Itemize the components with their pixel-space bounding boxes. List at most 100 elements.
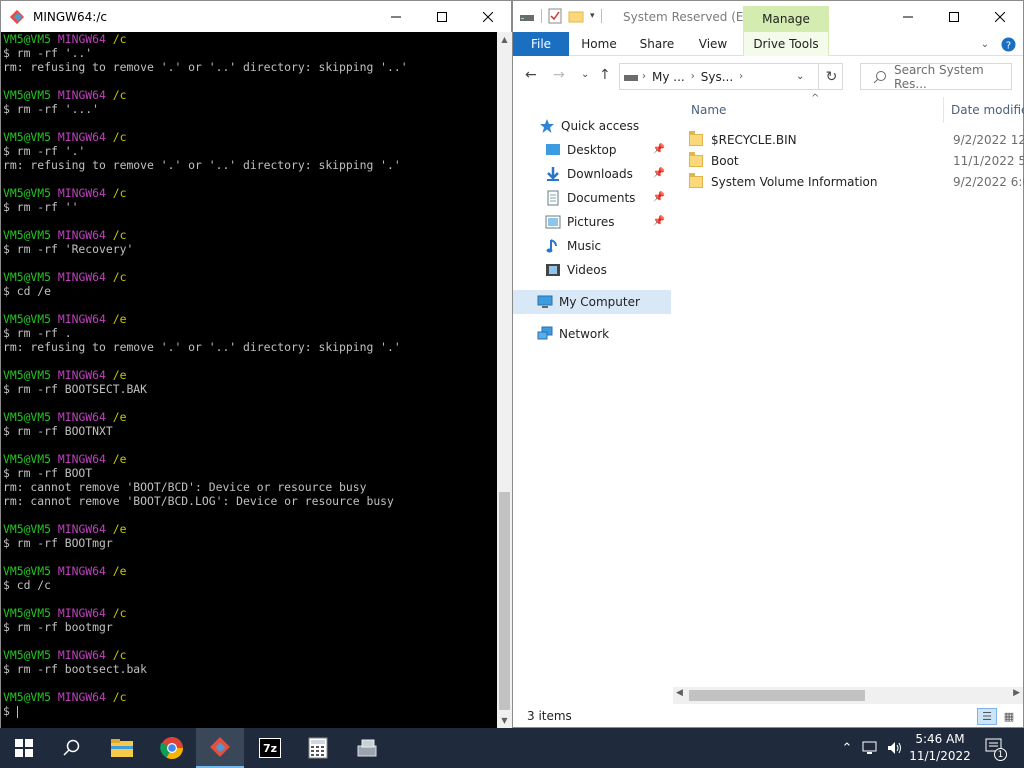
explorer-window: ▾ System Reserved (E:) Manage File Home … [512, 0, 1024, 728]
git-bash-icon [210, 737, 230, 757]
terminal-output[interactable]: VM5@VM5 MINGW64 /c $ rm -rf '..' rm: refus… [1, 32, 497, 728]
file-row[interactable]: $RECYCLE.BIN 9/2/2022 12:34 [689, 129, 1024, 150]
git-bash-icon [9, 9, 25, 25]
search-icon [873, 70, 886, 83]
nav-desktop[interactable]: Desktop 📌 [513, 138, 671, 162]
refresh-button[interactable]: ↻ [818, 63, 844, 90]
pin-icon: 📌 [652, 192, 665, 203]
search-input[interactable]: Search System Res... [860, 63, 1012, 91]
file-name: $RECYCLE.BIN [711, 132, 797, 147]
terminal-prompt-line: VM5@VM5 MINGW64 /c [3, 648, 127, 662]
help-icon[interactable]: ? [997, 32, 1019, 56]
terminal-output-line: $ rm -rf . [3, 326, 72, 340]
star-icon [540, 119, 554, 133]
scroll-right-icon[interactable]: ▶ [1013, 688, 1020, 698]
chrome-taskbar-button[interactable] [148, 728, 196, 768]
file-list: ^ Name Date modified $RECYCLE.BIN 9/2/202… [679, 93, 1024, 687]
chevron-down-icon[interactable]: ▾ [590, 11, 595, 21]
up-arrow-icon[interactable]: ↑ [599, 67, 611, 83]
breadcrumb-my-computer[interactable]: My ... [652, 70, 685, 84]
action-center-button[interactable]: 1 [980, 728, 1010, 768]
minimize-icon [903, 16, 913, 17]
file-row[interactable]: System Volume Information 9/2/2022 6:06 [689, 171, 1024, 192]
terminal-output-line: $ rm -rf '...' [3, 102, 100, 116]
back-arrow-icon[interactable]: ← [525, 67, 537, 83]
terminal-titlebar[interactable]: MINGW64:/c [1, 1, 511, 32]
tab-file[interactable]: File [513, 32, 569, 56]
search-icon [63, 739, 80, 756]
breadcrumb-chevron-icon[interactable]: › [691, 71, 695, 82]
terminal-output-line: $ rm -rf BOOT [3, 466, 93, 480]
nav-documents[interactable]: Documents 📌 [513, 186, 671, 210]
breadcrumb-chevron-icon[interactable]: › [739, 71, 743, 82]
7zip-taskbar-button[interactable]: 7z [246, 728, 294, 768]
minimize-button[interactable] [885, 1, 931, 32]
terminal-output-line: rm: cannot remove 'BOOT/BCD.LOG': Device… [3, 494, 394, 508]
column-header-date[interactable]: Date modified [951, 103, 1024, 117]
quick-access-toolbar: ▾ [519, 8, 602, 24]
scroll-down-icon[interactable]: ▼ [497, 713, 512, 728]
nav-label: Downloads [567, 167, 633, 181]
terminal-output-line: $ rm -rf '' [3, 200, 79, 214]
search-button[interactable] [48, 728, 96, 768]
tab-view[interactable]: View [687, 32, 739, 56]
breadcrumb-chevron-icon[interactable]: › [642, 71, 646, 82]
file-explorer-taskbar-button[interactable] [98, 728, 146, 768]
column-divider[interactable] [943, 97, 944, 123]
recent-locations-icon[interactable]: ⌄ [581, 69, 589, 80]
git-bash-taskbar-button[interactable] [196, 728, 244, 768]
explorer-titlebar[interactable]: ▾ System Reserved (E:) Manage [513, 1, 1023, 32]
terminal-scrollbar[interactable]: ▲ ▼ [497, 32, 512, 728]
maximize-button[interactable] [931, 1, 977, 32]
new-folder-icon[interactable] [568, 9, 584, 23]
file-name: System Volume Information [711, 174, 878, 189]
address-dropdown-icon[interactable]: ⌄ [796, 71, 804, 82]
forward-arrow-icon[interactable]: → [553, 67, 565, 83]
scroll-left-icon[interactable]: ◀ [676, 688, 683, 698]
column-header-name[interactable]: Name [691, 103, 726, 117]
calculator-taskbar-button[interactable] [294, 728, 342, 768]
terminal-output-line: $ rm -rf BOOTmgr [3, 536, 113, 550]
tab-share[interactable]: Share [631, 32, 683, 56]
network-tray-icon[interactable] [860, 728, 882, 768]
nav-network[interactable]: Network [513, 322, 671, 346]
nav-pictures[interactable]: Pictures 📌 [513, 210, 671, 234]
details-view-button[interactable]: ☰ [977, 708, 997, 725]
close-button[interactable] [977, 1, 1023, 32]
scroll-up-icon[interactable]: ▲ [497, 32, 512, 47]
terminal-prompt-line: VM5@VM5 MINGW64 /c [3, 606, 127, 620]
terminal-input-line[interactable]: $ [3, 704, 497, 718]
terminal-output-line: $ rm -rf BOOTNXT [3, 424, 113, 438]
nav-videos[interactable]: Videos [513, 258, 671, 282]
properties-icon[interactable] [548, 8, 562, 24]
large-icons-view-button[interactable]: ▦ [999, 708, 1019, 725]
close-button[interactable] [465, 1, 511, 32]
terminal-prompt-line: VM5@VM5 MINGW64 /c [3, 228, 127, 242]
scroll-thumb[interactable] [499, 492, 510, 710]
maximize-button[interactable] [419, 1, 465, 32]
volume-icon[interactable] [884, 728, 906, 768]
show-hidden-icons-button[interactable]: ⌃ [838, 728, 856, 768]
tab-drive-tools[interactable]: Drive Tools [743, 32, 829, 56]
start-button[interactable] [0, 728, 48, 768]
nav-downloads[interactable]: Downloads 📌 [513, 162, 671, 186]
file-row[interactable]: Boot 11/1/2022 5:45 [689, 150, 1024, 171]
tab-manage[interactable]: Manage [743, 6, 829, 32]
taskbar-clock[interactable]: 5:46 AM 11/1/2022 [908, 731, 972, 765]
address-bar[interactable]: › My ... › Sys... › ⌄ [619, 63, 843, 90]
drive-tool-taskbar-button[interactable] [344, 728, 392, 768]
horizontal-scrollbar[interactable]: ◀ ▶ [673, 687, 1023, 704]
breadcrumb-system-reserved[interactable]: Sys... [701, 70, 733, 84]
music-icon [546, 239, 557, 253]
minimize-button[interactable] [373, 1, 419, 32]
terminal-output-line: $ rm -rf bootmgr [3, 620, 113, 634]
nav-quick-access[interactable]: Quick access [513, 114, 671, 138]
tab-home[interactable]: Home [573, 32, 625, 56]
scroll-thumb[interactable] [689, 690, 865, 701]
nav-label: Videos [567, 263, 607, 277]
nav-my-computer[interactable]: My Computer [513, 290, 671, 314]
nav-music[interactable]: Music [513, 234, 671, 258]
ribbon-expand-icon[interactable]: ⌄ [975, 32, 995, 56]
